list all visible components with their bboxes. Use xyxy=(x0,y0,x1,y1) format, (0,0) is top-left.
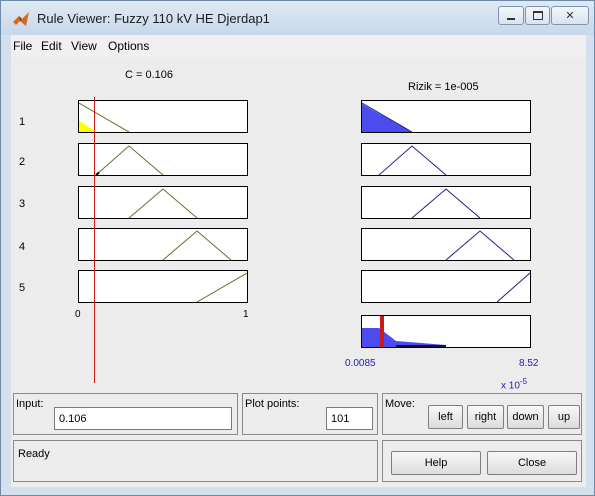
input-field[interactable]: 0.106 xyxy=(54,407,232,430)
plot-points-field[interactable]: 101 xyxy=(326,407,373,430)
input-axis-min: 0 xyxy=(75,309,81,320)
rule-number: 4 xyxy=(18,241,26,253)
minimize-button[interactable] xyxy=(498,6,524,25)
input-mf-shape xyxy=(95,145,164,175)
input-mf-rule-5[interactable] xyxy=(78,270,248,303)
action-panel: Help Close xyxy=(382,440,582,482)
rule-plot-area: C = 0.106 Rizik = 1e-005 1 2 3 4 5 0 1 0… xyxy=(11,57,586,425)
output-mf-shape xyxy=(362,102,413,132)
input-mf-shape xyxy=(79,102,130,132)
input-mf-shape xyxy=(128,188,198,218)
close-button[interactable]: Close xyxy=(487,451,577,475)
title-bar: Rule Viewer: Fuzzy 110 kV HE Djerdap1 ✕ xyxy=(1,1,594,35)
aggregated-output-plot[interactable] xyxy=(361,315,531,348)
status-panel: Ready xyxy=(13,440,378,482)
input-mf-rule-2[interactable] xyxy=(78,143,248,176)
defuzzified-output-marker[interactable] xyxy=(380,316,384,348)
output-mf-rule-2 xyxy=(361,143,531,176)
menu-file[interactable]: File xyxy=(13,39,32,53)
input-mf-shape xyxy=(162,230,232,260)
input-axis-max: 1 xyxy=(243,309,249,320)
window-title: Rule Viewer: Fuzzy 110 kV HE Djerdap1 xyxy=(37,11,270,26)
output-mf-shape xyxy=(496,272,530,302)
output-plot-title: Rizik = 1e-005 xyxy=(408,81,479,93)
matlab-icon xyxy=(13,12,29,26)
rule-number: 3 xyxy=(18,198,26,210)
rule-number: 1 xyxy=(18,116,26,128)
rule-viewer-window: Rule Viewer: Fuzzy 110 kV HE Djerdap1 ✕ … xyxy=(0,0,595,496)
output-mf-shape xyxy=(378,145,447,175)
plot-points-panel: Plot points: 101 xyxy=(242,393,378,435)
output-mf-shape xyxy=(411,188,481,218)
minimize-icon xyxy=(507,17,515,20)
move-panel: Move: left right down up xyxy=(382,393,582,435)
help-button[interactable]: Help xyxy=(391,451,481,475)
output-axis-min: 0.0085 xyxy=(345,358,376,369)
exponent-power: -5 xyxy=(519,377,528,386)
rule-number: 2 xyxy=(18,156,26,168)
output-mf-rule-3 xyxy=(361,186,531,219)
rule-number: 5 xyxy=(18,282,26,294)
close-window-button[interactable]: ✕ xyxy=(551,6,589,25)
maximize-button[interactable] xyxy=(525,6,550,25)
menu-bar: File Edit View Options xyxy=(11,35,586,57)
status-text: Ready xyxy=(18,448,50,460)
output-axis-exponent: x 10-5 xyxy=(501,377,527,391)
close-icon: ✕ xyxy=(565,10,575,22)
move-down-button[interactable]: down xyxy=(507,405,544,429)
move-label: Move: xyxy=(385,398,415,410)
exponent-base: x 10 xyxy=(501,380,520,392)
input-panel: Input: 0.106 xyxy=(13,393,238,435)
input-label: Input: xyxy=(16,398,44,410)
output-axis-max: 8.52 xyxy=(519,358,539,369)
input-plot-title: C = 0.106 xyxy=(125,69,174,81)
menu-options[interactable]: Options xyxy=(108,39,149,53)
output-mf-rule-1 xyxy=(361,100,531,133)
input-mf-rule-1[interactable] xyxy=(78,100,248,133)
input-mf-rule-4[interactable] xyxy=(78,228,248,261)
aggregated-output-shape xyxy=(362,316,446,348)
input-mf-rule-3[interactable] xyxy=(78,186,248,219)
move-right-button[interactable]: right xyxy=(467,405,504,429)
output-mf-rule-4 xyxy=(361,228,531,261)
menu-edit[interactable]: Edit xyxy=(41,39,62,53)
input-mf-shape xyxy=(196,272,247,302)
maximize-icon xyxy=(532,11,543,20)
menu-view[interactable]: View xyxy=(71,39,97,53)
output-mf-rule-5 xyxy=(361,270,531,303)
move-left-button[interactable]: left xyxy=(428,405,463,429)
plot-points-label: Plot points: xyxy=(245,398,300,410)
input-value-indicator-line[interactable] xyxy=(94,97,95,383)
client-area: File Edit View Options C = 0.106 Rizik =… xyxy=(11,35,586,487)
output-mf-shape xyxy=(445,230,515,260)
move-up-button[interactable]: up xyxy=(548,405,580,429)
